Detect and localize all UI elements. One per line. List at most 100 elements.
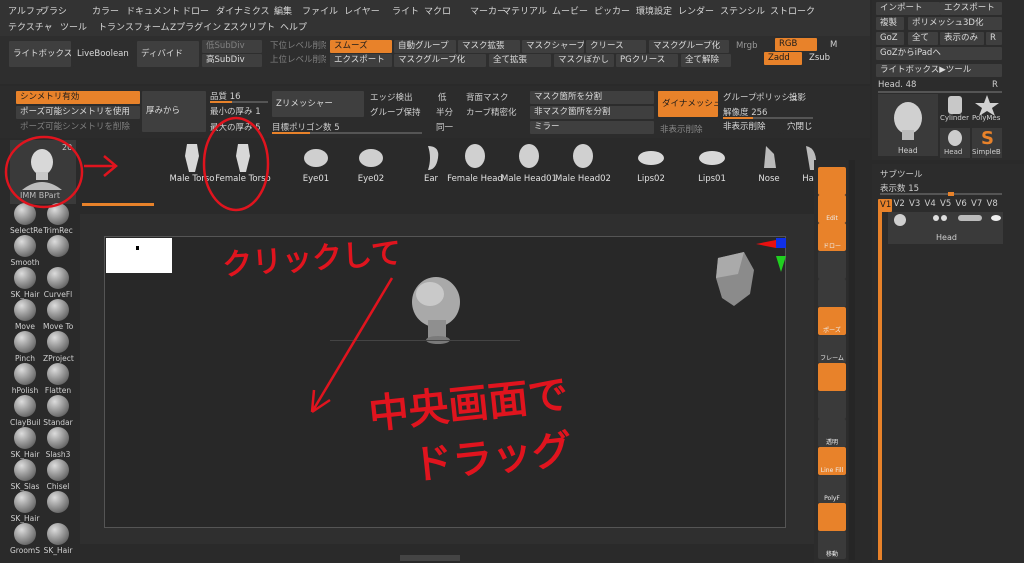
menu-11[interactable]: マーカー <box>470 4 506 17</box>
uncrease-all-button[interactable]: 全て解除 <box>681 54 731 67</box>
mask-blur-button[interactable]: マスクぼかし <box>554 54 614 67</box>
polymesh3d-button[interactable]: ポリメッシュ3D化 <box>908 17 1002 30</box>
shelf-button-12[interactable] <box>818 503 846 531</box>
goz-button[interactable]: GoZ <box>876 32 904 45</box>
brush-9[interactable]: ZProject <box>43 331 74 363</box>
shelf-button-2[interactable]: ドロー <box>818 223 846 251</box>
subtool-title[interactable]: サブツール <box>880 168 923 180</box>
autogroup-button[interactable]: 自動グループ <box>394 40 456 53</box>
import-button[interactable]: インポート <box>876 2 940 15</box>
current-tool-thumb[interactable]: IMM BPart 20 <box>10 140 76 204</box>
zadd-button[interactable]: Zadd <box>764 52 802 65</box>
project-item-5[interactable]: Female Head <box>446 142 504 184</box>
menu2-5[interactable]: ヘルプ <box>280 20 307 33</box>
strip-scroll-indicator[interactable] <box>82 203 154 206</box>
back-mask-label[interactable]: 背面マスク <box>466 91 509 103</box>
same-label[interactable]: 同一 <box>436 121 453 133</box>
menu-14[interactable]: ピッカー <box>594 4 630 17</box>
lightbox-tool-button[interactable]: ライトボックス▶ツール <box>876 64 1002 77</box>
highsubdiv-button[interactable]: 高SubDiv <box>202 54 262 67</box>
brush-15[interactable]: Slash3 <box>43 427 73 459</box>
brush-8[interactable]: Pinch <box>10 331 40 363</box>
menu-13[interactable]: ムービー <box>552 4 588 17</box>
brush-20[interactable]: GroomS <box>10 523 40 555</box>
menu-5[interactable]: ダイナミクス <box>216 4 270 17</box>
tool-thumb-simpleb[interactable]: S SimpleB <box>972 128 1002 158</box>
version-6[interactable]: V7 <box>971 199 982 209</box>
project-item-2[interactable]: Eye01 <box>287 142 345 184</box>
menu-16[interactable]: レンダー <box>678 4 714 17</box>
pose-symmetry-button[interactable]: ポーズ可能シンメトリを使用 <box>16 106 140 119</box>
smooth-button[interactable]: スムーズ <box>330 40 392 53</box>
version-2[interactable]: V3 <box>909 199 920 209</box>
tool-thumb-head-small[interactable]: Head <box>940 128 970 158</box>
project-item-7[interactable]: Male Head02 <box>554 142 612 184</box>
goz-all-button[interactable]: 全て <box>908 32 938 45</box>
divide-button[interactable]: ディバイド <box>137 41 199 67</box>
edge-detect-label[interactable]: エッジ検出 <box>370 91 413 103</box>
group-label[interactable]: グループ <box>723 91 757 103</box>
axis-gizmo-icon[interactable] <box>752 236 788 276</box>
mask-sharp-button[interactable]: マスクシャープ <box>522 40 584 53</box>
shelf-button-8[interactable] <box>818 391 846 419</box>
hide-label[interactable]: 非表示削除 <box>660 123 703 135</box>
brush-7[interactable]: Move To <box>43 299 73 331</box>
lightbox-button[interactable]: ライトボックス <box>9 41 71 67</box>
keep-groups-label[interactable]: グループ保持 <box>370 106 421 118</box>
shelf-button-4[interactable] <box>818 279 846 307</box>
mask-groupize-button[interactable]: マスクグループ化 <box>649 40 729 53</box>
menu-9[interactable]: ライト <box>392 4 419 17</box>
shelf-button-9[interactable]: 透明 <box>818 419 846 447</box>
shelf-button-1[interactable]: Edit <box>818 195 846 223</box>
shelf-button-7[interactable] <box>818 363 846 391</box>
dynamesh-button[interactable]: ダイナメッシュ <box>658 91 718 117</box>
version-7[interactable]: V8 <box>987 199 998 209</box>
menu-15[interactable]: 環境設定 <box>636 4 672 17</box>
split-unmask-button[interactable]: 非マスク箇所を分割 <box>530 106 654 119</box>
menu-10[interactable]: マクロ <box>424 4 451 17</box>
project-item-3[interactable]: Eye02 <box>342 142 400 184</box>
brush-11[interactable]: Flatten <box>43 363 73 395</box>
version-3[interactable]: V4 <box>925 199 936 209</box>
navigator-preview[interactable] <box>106 238 172 273</box>
mask-expand-button[interactable]: マスク拡張 <box>458 40 520 53</box>
version-4[interactable]: V5 <box>940 199 951 209</box>
rgb-button[interactable]: RGB <box>775 38 817 51</box>
head-slider[interactable] <box>878 91 1002 93</box>
version-1[interactable]: V2 <box>894 199 905 209</box>
shelf-button-5[interactable]: ポーズ <box>818 307 846 335</box>
close-holes-button[interactable]: 穴閉じ <box>783 121 839 134</box>
menu-0[interactable]: アルファ <box>8 4 44 17</box>
tool-thumb-cylinder[interactable]: Cylinder <box>940 94 970 124</box>
brush-14[interactable]: SK_Hair <box>10 427 40 459</box>
split-mask-button[interactable]: マスク箇所を分割 <box>530 91 654 104</box>
shelf-button-0[interactable] <box>818 167 846 195</box>
brush-19[interactable] <box>43 491 73 514</box>
version-5[interactable]: V6 <box>956 199 967 209</box>
brush-1[interactable]: TrimRec <box>43 203 73 235</box>
menu-17[interactable]: ステンシル <box>720 4 765 17</box>
low-label[interactable]: 低 <box>438 91 447 103</box>
maskgroup-button[interactable]: マスクグループ化 <box>394 54 486 67</box>
menu2-4[interactable]: Zスクリプト <box>224 20 275 33</box>
brush-3[interactable] <box>43 235 73 258</box>
project-item-9[interactable]: Lips01 <box>683 142 741 184</box>
zremesher-button[interactable]: Zリメッシャー <box>272 91 364 117</box>
brush-6[interactable]: Move <box>10 299 40 331</box>
from-thickness-button[interactable]: 厚みから <box>142 91 206 132</box>
shelf-button-13[interactable]: 移動 <box>818 531 846 559</box>
brush-18[interactable]: SK_Hair <box>10 491 40 523</box>
menu-7[interactable]: ファイル <box>302 4 338 17</box>
brush-4[interactable]: SK_Hair <box>10 267 40 299</box>
menu-1[interactable]: ブラシ <box>40 4 67 17</box>
clone-button[interactable]: 複製 <box>876 17 904 30</box>
pgcrease-button[interactable]: PGクリース <box>616 54 678 67</box>
goz-visible-button[interactable]: 表示のみ <box>940 32 984 45</box>
menu-4[interactable]: ドロー <box>182 4 209 17</box>
canvas-bottom-handle[interactable] <box>400 555 460 561</box>
symmetry-button[interactable]: シンメトリ有効 <box>16 91 140 104</box>
subtool-item[interactable]: Head <box>888 212 1003 244</box>
zsub-button[interactable]: Zsub <box>805 52 841 65</box>
brush-2[interactable]: Smooth <box>10 235 40 267</box>
brush-5[interactable]: CurveFl <box>43 267 73 299</box>
